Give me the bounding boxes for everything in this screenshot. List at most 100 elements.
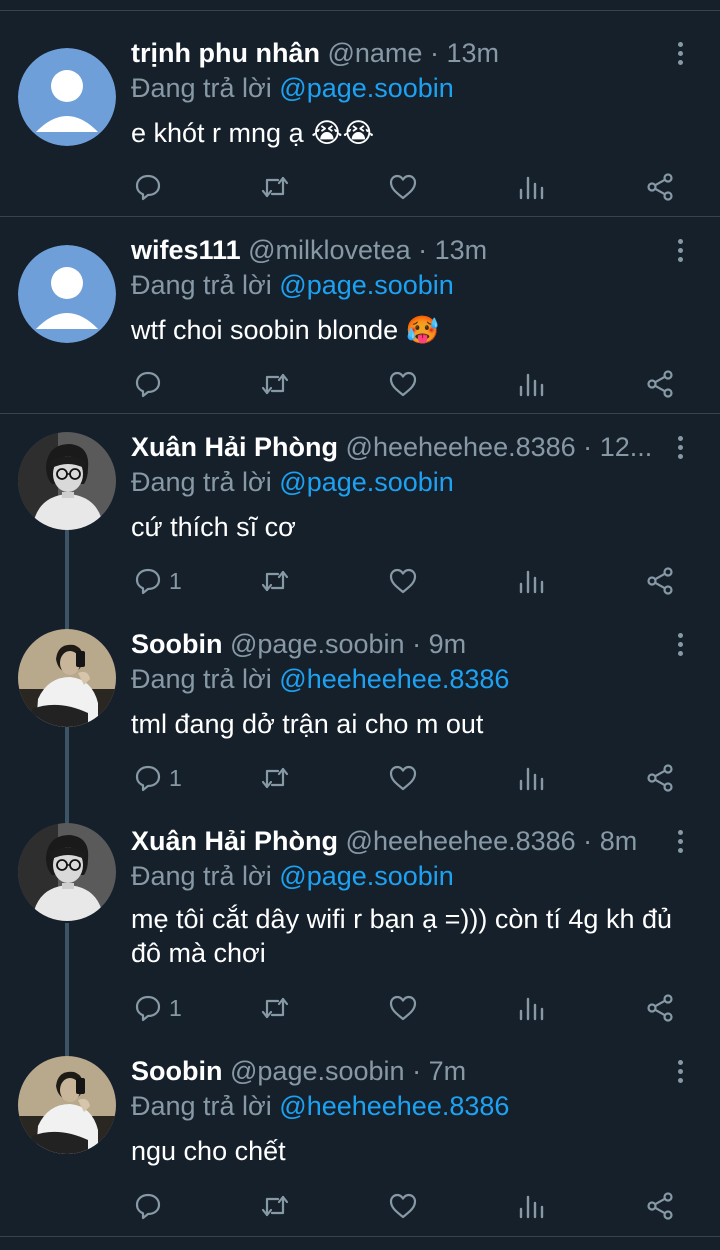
author-name[interactable]: Soobin bbox=[131, 629, 222, 659]
analytics-button[interactable] bbox=[517, 1186, 547, 1226]
more-options-icon[interactable] bbox=[670, 232, 690, 268]
like-button[interactable] bbox=[388, 167, 418, 207]
tweet-divider bbox=[0, 1236, 720, 1237]
author-handle[interactable]: @page.soobin bbox=[230, 629, 405, 659]
tweet-header: trịnh phu nhân @name · 13m bbox=[131, 35, 661, 71]
more-options-icon[interactable] bbox=[670, 429, 690, 465]
reply-mention[interactable]: @page.soobin bbox=[279, 467, 454, 497]
timestamp[interactable]: 7m bbox=[429, 1056, 467, 1086]
retweet-button[interactable] bbox=[260, 167, 290, 207]
analytics-icon bbox=[519, 1195, 544, 1219]
timestamp[interactable]: 13m bbox=[435, 235, 488, 265]
tweet-text: mẹ tôi cắt dây wifi r bạn ạ =))) còn tí … bbox=[131, 904, 673, 968]
author-handle[interactable]: @heeheehee.8386 bbox=[346, 432, 576, 462]
timestamp[interactable]: 9m bbox=[429, 629, 467, 659]
retweet-button[interactable] bbox=[260, 364, 290, 404]
share-icon bbox=[647, 370, 673, 398]
tweet-actions bbox=[0, 364, 720, 404]
reply-mention[interactable]: @heeheehee.8386 bbox=[279, 1091, 509, 1121]
analytics-button[interactable] bbox=[517, 364, 547, 404]
author-name[interactable]: Xuân Hải Phòng bbox=[131, 826, 338, 856]
reply-button[interactable] bbox=[133, 1186, 169, 1226]
more-options-icon[interactable] bbox=[670, 35, 690, 71]
photo-avatar-glasses[interactable] bbox=[18, 823, 116, 921]
reply-button[interactable]: 1 bbox=[133, 988, 182, 1028]
reply-count: 1 bbox=[169, 994, 182, 1021]
timestamp[interactable]: 8m bbox=[600, 826, 638, 856]
retweet-button[interactable] bbox=[260, 758, 290, 798]
photo-avatar-selfie[interactable] bbox=[18, 1056, 116, 1154]
replying-to: Đang trả lời @heeheehee.8386 bbox=[131, 1088, 509, 1124]
analytics-button[interactable] bbox=[517, 988, 547, 1028]
replying-to-label: Đang trả lời bbox=[131, 270, 272, 300]
reply-button[interactable] bbox=[133, 364, 169, 404]
tweet-header: Soobin @page.soobin · 7m bbox=[131, 1053, 661, 1089]
like-button[interactable] bbox=[388, 988, 418, 1028]
analytics-button[interactable] bbox=[517, 758, 547, 798]
author-handle[interactable]: @heeheehee.8386 bbox=[346, 826, 576, 856]
share-button[interactable] bbox=[645, 561, 675, 601]
tweet[interactable]: Xuân Hải Phòng @heeheehee.8386 · 12... Đ… bbox=[0, 414, 720, 611]
analytics-button[interactable] bbox=[517, 561, 547, 601]
tweet[interactable]: wifes111 @milklovetea · 13m Đang trả lời… bbox=[0, 217, 720, 414]
replying-to: Đang trả lời @page.soobin bbox=[131, 267, 454, 303]
tweet-text: cứ thích sĩ cơ bbox=[131, 512, 296, 542]
more-options-icon[interactable] bbox=[670, 1053, 690, 1089]
replying-to: Đang trả lời @heeheehee.8386 bbox=[131, 661, 509, 697]
reply-button[interactable]: 1 bbox=[133, 561, 182, 601]
analytics-icon bbox=[519, 373, 544, 397]
analytics-button[interactable] bbox=[517, 167, 547, 207]
tweet-text: tml đang dở trận ai cho m out bbox=[131, 709, 484, 739]
more-options-icon[interactable] bbox=[670, 823, 690, 859]
reply-button[interactable] bbox=[133, 167, 169, 207]
photo-avatar-selfie[interactable] bbox=[18, 629, 116, 727]
like-button[interactable] bbox=[388, 561, 418, 601]
retweet-icon bbox=[261, 373, 289, 395]
retweet-button[interactable] bbox=[260, 561, 290, 601]
tweet[interactable]: Xuân Hải Phòng @heeheehee.8386 · 8m Đang… bbox=[0, 808, 720, 1038]
tweet[interactable]: Soobin @page.soobin · 9m Đang trả lời @h… bbox=[0, 611, 720, 808]
analytics-icon bbox=[519, 997, 544, 1021]
author-handle[interactable]: @page.soobin bbox=[230, 1056, 405, 1086]
author-name[interactable]: Xuân Hải Phòng bbox=[131, 432, 338, 462]
default-avatar[interactable] bbox=[18, 245, 116, 343]
tweet-actions: 1 bbox=[0, 758, 720, 798]
author-name[interactable]: trịnh phu nhân bbox=[131, 38, 320, 68]
default-avatar[interactable] bbox=[18, 48, 116, 146]
replying-to: Đang trả lời @page.soobin bbox=[131, 858, 454, 894]
share-button[interactable] bbox=[645, 1186, 675, 1226]
reply-count: 1 bbox=[169, 567, 182, 594]
author-handle[interactable]: @name bbox=[327, 38, 422, 68]
timestamp[interactable]: 13m bbox=[446, 38, 499, 68]
timestamp[interactable]: 12... bbox=[600, 432, 653, 462]
tweet-actions bbox=[0, 1186, 720, 1226]
like-button[interactable] bbox=[388, 1186, 418, 1226]
author-name[interactable]: Soobin bbox=[131, 1056, 222, 1086]
like-icon bbox=[389, 1193, 417, 1219]
tweet[interactable]: trịnh phu nhân @name · 13m Đang trả lời … bbox=[0, 0, 720, 217]
reply-count: 1 bbox=[169, 764, 182, 791]
like-button[interactable] bbox=[388, 364, 418, 404]
retweet-button[interactable] bbox=[260, 988, 290, 1028]
reply-button[interactable]: 1 bbox=[133, 758, 182, 798]
photo-avatar-glasses[interactable] bbox=[18, 432, 116, 530]
reply-mention[interactable]: @page.soobin bbox=[279, 861, 454, 891]
share-button[interactable] bbox=[645, 758, 675, 798]
more-options-icon[interactable] bbox=[670, 626, 690, 662]
reply-mention[interactable]: @page.soobin bbox=[279, 73, 454, 103]
share-button[interactable] bbox=[645, 988, 675, 1028]
share-button[interactable] bbox=[645, 364, 675, 404]
separator: · bbox=[583, 432, 593, 462]
like-button[interactable] bbox=[388, 758, 418, 798]
retweet-icon bbox=[261, 570, 289, 592]
reply-icon bbox=[135, 765, 161, 792]
retweet-button[interactable] bbox=[260, 1186, 290, 1226]
like-icon bbox=[389, 174, 417, 200]
replying-to-label: Đang trả lời bbox=[131, 73, 272, 103]
tweet[interactable]: Soobin @page.soobin · 7m Đang trả lời @h… bbox=[0, 1038, 720, 1250]
author-handle[interactable]: @milklovetea bbox=[248, 235, 410, 265]
author-name[interactable]: wifes111 bbox=[131, 235, 241, 265]
reply-mention[interactable]: @heeheehee.8386 bbox=[279, 664, 509, 694]
reply-mention[interactable]: @page.soobin bbox=[279, 270, 454, 300]
share-button[interactable] bbox=[645, 167, 675, 207]
